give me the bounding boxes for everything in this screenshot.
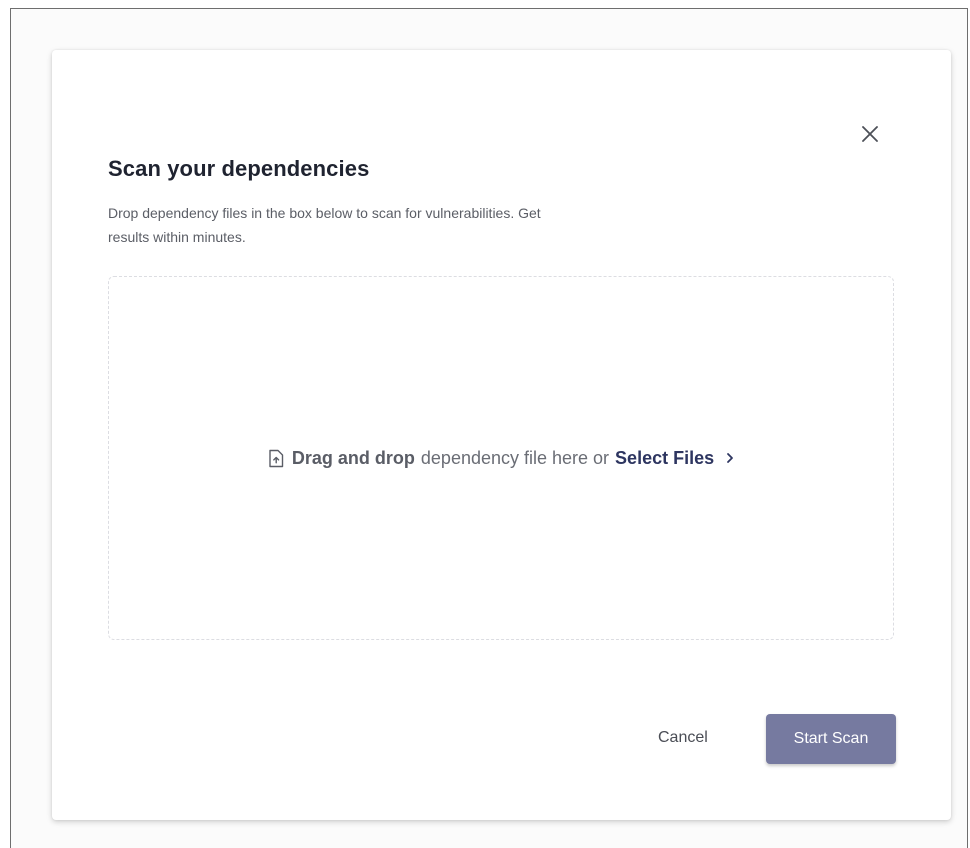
dialog-description: Drop dependency files in the box below t… [108, 205, 541, 245]
chevron-right-icon [726, 452, 734, 464]
select-files-link[interactable]: Select Files [615, 448, 734, 469]
dropzone-instructions: Drag and drop dependency file here or Se… [268, 448, 734, 469]
dialog-title: Scan your dependencies [108, 156, 370, 181]
drag-drop-text: dependency file here or [420, 447, 610, 468]
close-button[interactable] [852, 116, 888, 152]
screenshot-frame: Scan your dependencies Drop dependency f… [10, 8, 968, 848]
drag-drop-label: Drag and drop [291, 447, 415, 468]
select-files-label: Select Files [615, 447, 715, 468]
scan-dialog: Scan your dependencies Drop dependency f… [52, 50, 951, 820]
file-dropzone[interactable]: Drag and drop dependency file here or Se… [108, 276, 894, 640]
start-scan-button[interactable]: Start Scan [766, 714, 896, 764]
file-upload-icon [268, 449, 284, 468]
cancel-button[interactable]: Cancel [648, 718, 718, 758]
close-icon [862, 126, 878, 142]
